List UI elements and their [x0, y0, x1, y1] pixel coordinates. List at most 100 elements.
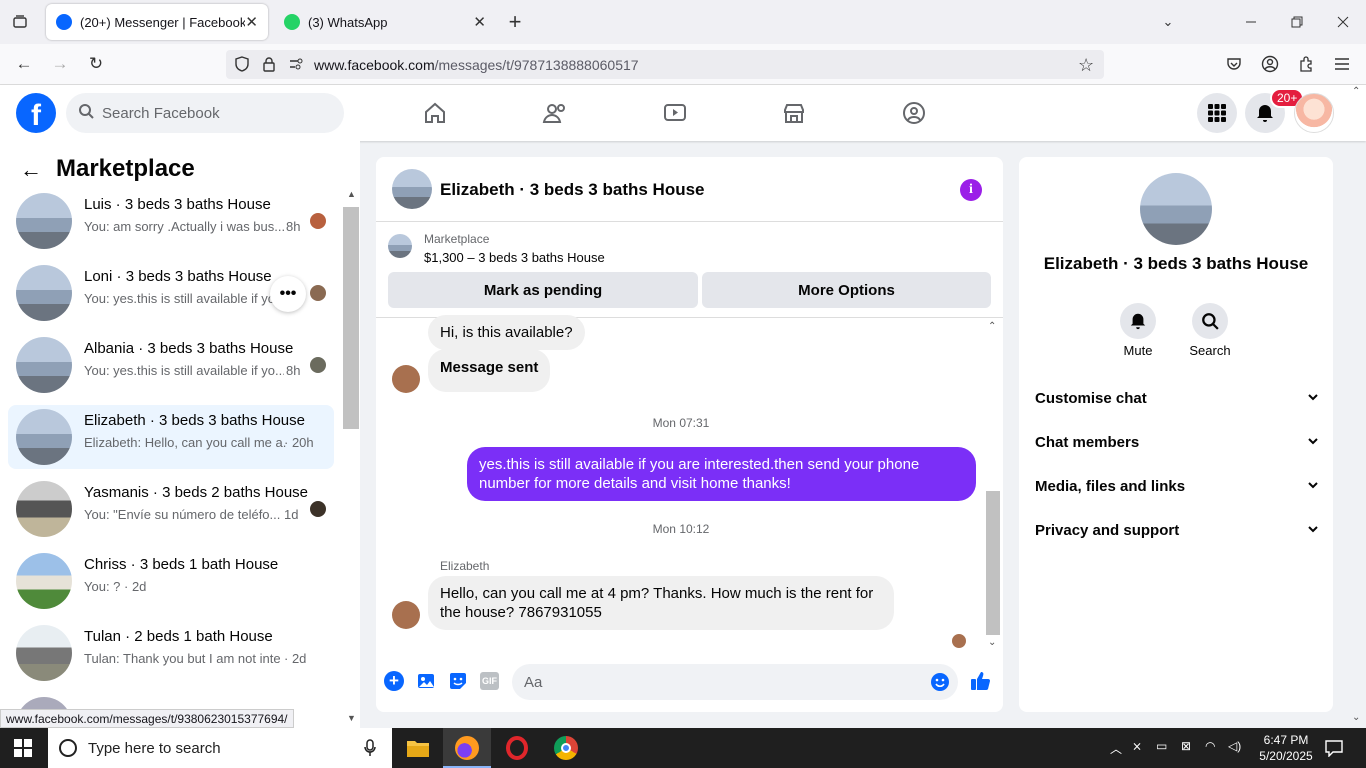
chrome-icon[interactable]: [554, 736, 578, 760]
house-thumbnail: [16, 553, 72, 609]
more-options-button[interactable]: More Options: [702, 272, 991, 308]
conversation-item[interactable]: Albania · 3 beds 3 baths House You: yes.…: [8, 333, 334, 397]
section-chat-members[interactable]: Chat members: [1035, 434, 1319, 451]
sender-avatar[interactable]: [392, 601, 420, 629]
account-icon[interactable]: [1258, 52, 1282, 76]
search-label[interactable]: Search: [1180, 343, 1240, 358]
friends-icon[interactable]: [535, 93, 575, 133]
section-privacy-support[interactable]: Privacy and support: [1035, 522, 1319, 539]
restore-icon[interactable]: [1285, 10, 1309, 34]
scroll-up-icon[interactable]: ▲: [347, 189, 356, 199]
conversation-item[interactable]: Tulan · 2 beds 1 bath House Tulan: Thank…: [8, 621, 334, 685]
pocket-icon[interactable]: [1222, 52, 1246, 76]
taskbar-time[interactable]: 6:47 PM: [1254, 733, 1318, 747]
search-input[interactable]: Search Facebook: [66, 93, 344, 133]
reload-icon[interactable]: ↻: [84, 52, 108, 76]
back-icon[interactable]: ←: [12, 52, 36, 76]
video-icon[interactable]: [655, 93, 695, 133]
network-off-icon[interactable]: ⨯: [1132, 739, 1142, 753]
volume-icon[interactable]: ◁): [1228, 739, 1241, 753]
conversation-name: Loni · 3 beds 3 baths House: [84, 268, 272, 285]
minimize-icon[interactable]: [1239, 10, 1263, 34]
search-in-chat-icon[interactable]: [1192, 303, 1228, 339]
conversation-item[interactable]: Luis · 3 beds 3 baths House You: am sorr…: [8, 189, 334, 253]
extensions-icon[interactable]: [1294, 52, 1318, 76]
conversation-name: Albania · 3 beds 3 baths House: [84, 340, 294, 357]
gif-icon[interactable]: GIF: [480, 672, 499, 690]
home-icon[interactable]: [415, 93, 455, 133]
groups-icon[interactable]: [894, 93, 934, 133]
list-all-tabs-icon[interactable]: ⌄: [1156, 10, 1180, 34]
chat-scrollbar[interactable]: ⌃ ⌄: [985, 319, 1001, 653]
facebook-logo-icon[interactable]: f: [16, 93, 56, 133]
close-tab-icon[interactable]: ✕: [473, 13, 486, 31]
tray-chevron-icon[interactable]: ︿: [1110, 740, 1122, 757]
more-options-icon[interactable]: •••: [270, 276, 306, 312]
close-window-icon[interactable]: [1331, 10, 1355, 34]
read-receipt-avatar: [952, 634, 966, 648]
conversations-scrollbar[interactable]: ▲ ▼: [343, 189, 359, 727]
conversation-item[interactable]: Chriss · 3 beds 1 bath House You: ? · 2d: [8, 549, 334, 613]
firefox-taskbar-button[interactable]: [443, 728, 491, 768]
conversation-item[interactable]: Loni · 3 beds 3 baths House You: yes.thi…: [8, 261, 334, 325]
page-scroll-down-icon[interactable]: ⌄: [1352, 712, 1360, 723]
section-customise-chat[interactable]: Customise chat: [1035, 390, 1319, 407]
emoji-icon[interactable]: [930, 672, 950, 696]
chat-avatar[interactable]: [1140, 173, 1212, 245]
chat-thumbnail[interactable]: [392, 169, 432, 209]
marketplace-icon[interactable]: [774, 93, 814, 133]
attach-photo-icon[interactable]: [416, 671, 436, 694]
lock-icon[interactable]: [262, 56, 276, 75]
new-tab-icon[interactable]: +: [503, 9, 527, 34]
more-actions-icon[interactable]: +: [384, 671, 404, 691]
taskbar-search[interactable]: Type here to search: [48, 728, 392, 768]
bookmark-star-icon[interactable]: ☆: [1078, 55, 1094, 76]
conversation-item[interactable]: Yasmanis · 3 beds 2 baths House You: "En…: [8, 477, 334, 541]
close-tab-icon[interactable]: ✕: [245, 13, 258, 31]
scroll-up-icon[interactable]: ⌃: [988, 321, 996, 332]
back-arrow-icon[interactable]: ←: [20, 157, 42, 183]
message-input[interactable]: Aa: [512, 664, 958, 700]
microphone-icon[interactable]: [364, 739, 376, 761]
tab-whatsapp[interactable]: (3) WhatsApp ✕: [274, 4, 496, 40]
url-bar[interactable]: www.facebook.com/messages/t/978713888806…: [226, 50, 1104, 79]
chat-title[interactable]: Elizabeth · 3 beds 3 baths House: [440, 180, 705, 200]
scroll-thumb[interactable]: [986, 491, 1000, 635]
shield-icon[interactable]: [234, 56, 250, 75]
info-icon[interactable]: i: [960, 179, 982, 201]
windows-start-icon[interactable]: [14, 739, 32, 760]
file-explorer-icon[interactable]: [406, 737, 430, 762]
sticker-icon[interactable]: [448, 671, 468, 694]
mute-icon[interactable]: [1120, 303, 1156, 339]
mark-pending-button[interactable]: Mark as pending: [388, 272, 698, 308]
permissions-icon[interactable]: [288, 56, 304, 75]
menu-grid-icon[interactable]: [1197, 93, 1237, 133]
scroll-thumb[interactable]: [343, 207, 359, 429]
taskbar-date[interactable]: 5/20/2025: [1254, 749, 1318, 763]
menu-icon[interactable]: [1330, 52, 1354, 76]
sender-avatar[interactable]: [392, 365, 420, 393]
conversation-item-active[interactable]: Elizabeth · 3 beds 3 baths House Elizabe…: [8, 405, 334, 469]
listing-detail[interactable]: $1,300 – 3 beds 3 baths House: [424, 250, 605, 265]
action-center-icon[interactable]: [1325, 739, 1343, 760]
like-icon[interactable]: [970, 670, 992, 695]
message-timestamp: Mon 07:31: [652, 416, 710, 430]
conversation-name: Elizabeth · 3 beds 3 baths House: [84, 412, 305, 429]
opera-icon[interactable]: [506, 736, 528, 760]
battery-icon[interactable]: ▭: [1156, 739, 1167, 753]
forward-icon[interactable]: →: [48, 52, 72, 76]
conversation-time: · 2d: [284, 651, 307, 666]
section-media-files-links[interactable]: Media, files and links: [1035, 478, 1319, 495]
tab-messenger[interactable]: (20+) Messenger | Facebook ✕: [46, 4, 268, 40]
scroll-down-icon[interactable]: ⌄: [988, 637, 996, 648]
wifi-icon[interactable]: ◠: [1205, 739, 1215, 753]
mute-label[interactable]: Mute: [1108, 343, 1168, 358]
house-thumbnail: [16, 481, 72, 537]
profile-avatar[interactable]: [1294, 93, 1334, 133]
page-scroll-up-icon[interactable]: ⌃: [1352, 86, 1360, 97]
seen-avatar: [310, 213, 326, 229]
tab-list-icon[interactable]: [8, 10, 32, 34]
browser-nav-bar: ← → ↻ www.facebook.com/messages/t/978713…: [0, 44, 1366, 85]
device-icon[interactable]: ⊠: [1181, 739, 1191, 753]
scroll-down-icon[interactable]: ▼: [347, 713, 356, 723]
